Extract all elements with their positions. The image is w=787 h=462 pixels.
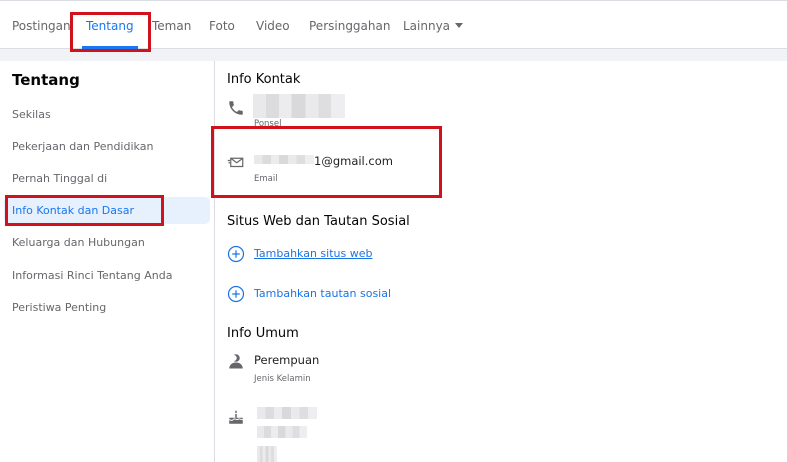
phone-number-redacted <box>253 94 345 118</box>
tab-postingan[interactable]: Postingan <box>12 1 71 49</box>
sidebar-item-keluarga[interactable]: Keluarga dan Hubungan <box>4 229 210 256</box>
tab-lainnya-label: Lainnya <box>403 19 451 33</box>
tab-foto[interactable]: Foto <box>209 1 235 49</box>
birth-year-redacted <box>257 426 307 438</box>
sidebar-item-peristiwa[interactable]: Peristiwa Penting <box>4 294 210 321</box>
gender-icon <box>229 354 243 369</box>
phone-icon <box>229 101 243 115</box>
birth-label-redacted <box>257 446 277 462</box>
email-label: Email <box>254 174 278 184</box>
sidebar-item-informasi-rinci[interactable]: Informasi Rinci Tentang Anda <box>4 262 210 289</box>
profile-about-page: Postingan Tentang Teman Foto Video Persi… <box>0 0 787 462</box>
add-social-link-icon[interactable] <box>227 285 245 303</box>
about-sidebar: Tentang Sekilas Pekerjaan dan Pendidikan… <box>0 61 215 462</box>
general-section-title: Info Umum <box>227 326 299 341</box>
email-icon <box>227 157 244 168</box>
gender-value: Perempuan <box>254 353 320 367</box>
sidebar-title: Tentang <box>12 71 80 89</box>
tab-video[interactable]: Video <box>256 1 290 49</box>
websites-section-title: Situs Web dan Tautan Sosial <box>227 214 410 229</box>
sidebar-item-info-kontak[interactable]: Info Kontak dan Dasar <box>4 197 210 224</box>
tab-teman[interactable]: Teman <box>152 1 191 49</box>
add-website-icon[interactable] <box>227 245 245 263</box>
tab-lainnya[interactable]: Lainnya <box>403 1 464 49</box>
about-content: Info Kontak Ponsel 1@gmail.com Email Sit… <box>215 61 787 462</box>
dropdown-caret-icon <box>455 23 464 28</box>
sidebar-item-sekilas[interactable]: Sekilas <box>4 101 210 128</box>
sidebar-item-pekerjaan[interactable]: Pekerjaan dan Pendidikan <box>4 133 210 160</box>
sidebar-item-pernah-tinggal[interactable]: Pernah Tinggal di <box>4 165 210 192</box>
phone-label: Ponsel <box>254 119 282 129</box>
tab-tentang[interactable]: Tentang <box>82 1 138 49</box>
email-value: 1@gmail.com <box>314 154 393 168</box>
birthdate-redacted <box>257 407 317 419</box>
profile-tab-bar: Postingan Tentang Teman Foto Video Persi… <box>0 0 787 49</box>
add-website-link[interactable]: Tambahkan situs web <box>254 247 372 260</box>
gender-label: Jenis Kelamin <box>254 374 311 384</box>
birthday-cake-icon <box>228 410 244 424</box>
email-prefix-redacted <box>254 155 314 164</box>
tab-persinggahan[interactable]: Persinggahan <box>309 1 390 49</box>
add-social-link[interactable]: Tambahkan tautan sosial <box>254 287 391 300</box>
contact-section-title: Info Kontak <box>227 72 301 87</box>
